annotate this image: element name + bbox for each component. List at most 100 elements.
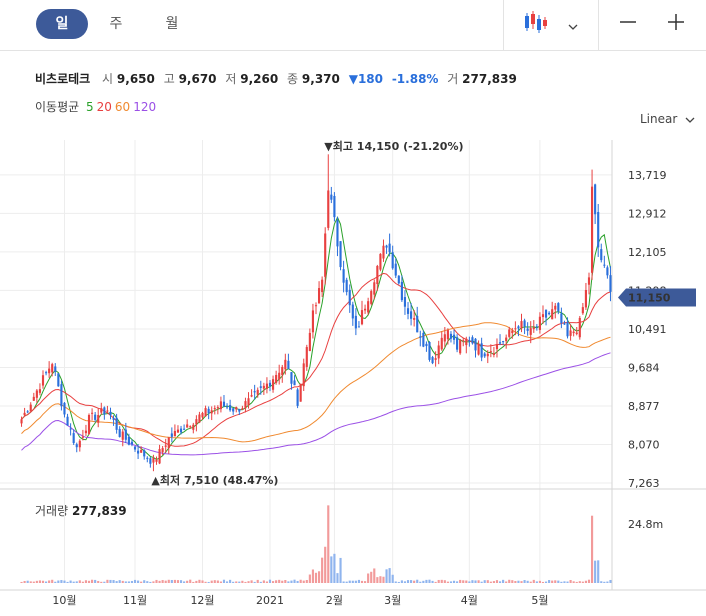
volume-bar <box>520 581 523 583</box>
candle-body <box>26 411 29 413</box>
volume-bar <box>498 581 502 583</box>
volume-bar <box>327 505 330 583</box>
candle-body <box>413 318 416 320</box>
candle-body <box>348 289 351 306</box>
volume-bar <box>477 580 480 583</box>
volume-bar <box>446 581 449 583</box>
candle-body <box>339 241 342 268</box>
volume-bar <box>94 579 97 583</box>
volume-bar <box>54 581 57 583</box>
y-tick-label: 8,070 <box>628 438 660 451</box>
volume-bar <box>376 577 379 583</box>
volume-bar <box>192 581 195 583</box>
candle-body <box>238 408 241 412</box>
volume-bar <box>465 580 468 583</box>
x-tick-label: 12월 <box>190 594 214 607</box>
candle-body <box>253 391 256 393</box>
volume-bar <box>241 580 244 583</box>
candle-body <box>121 431 124 440</box>
candle-body <box>324 233 327 277</box>
volume-bar <box>535 581 538 583</box>
volume-bar <box>410 580 413 583</box>
candle-body <box>410 311 413 319</box>
volume-bar <box>587 579 591 583</box>
volume-bar <box>508 579 511 583</box>
volume-bar <box>271 581 275 583</box>
candle-body <box>425 343 428 347</box>
volume-bar <box>489 581 492 583</box>
y-tick-label: 8,877 <box>628 400 660 413</box>
candle-body <box>569 330 572 336</box>
candle-body <box>385 245 388 248</box>
volume-bar <box>253 581 256 583</box>
candle-body <box>189 426 192 428</box>
volume-bar <box>425 579 428 583</box>
volume-bar <box>146 581 149 583</box>
candle-body <box>391 252 394 269</box>
candle-body <box>532 327 535 330</box>
volume-bar <box>308 574 311 583</box>
candle-body <box>419 336 422 338</box>
volume-bar <box>606 581 609 583</box>
volume-bar <box>370 571 373 583</box>
volume-bar <box>275 580 278 583</box>
volume-bar <box>317 571 321 583</box>
volume-bar <box>569 579 572 583</box>
volume-bar <box>440 579 443 583</box>
volume-bar <box>161 580 164 583</box>
candle-body <box>97 414 100 423</box>
volume-bar <box>364 581 367 583</box>
candle-body <box>422 332 425 347</box>
candle-body <box>198 414 201 423</box>
candle-body <box>446 330 449 340</box>
candle-body <box>449 333 453 339</box>
candle-body <box>477 344 480 355</box>
candle-body <box>109 411 112 416</box>
candle-body <box>84 430 88 434</box>
volume-bar <box>287 581 290 583</box>
current-price-label: 11,150 <box>628 291 671 304</box>
candle-body <box>474 338 477 351</box>
y-tick-label: 10,491 <box>628 323 667 336</box>
x-tick-label: 10월 <box>52 594 76 607</box>
candle-body <box>72 433 75 444</box>
volume-bar <box>434 581 437 583</box>
volume-bar <box>106 579 109 583</box>
candle-body <box>508 329 511 337</box>
volume-bar <box>281 580 284 583</box>
volume-bar <box>391 574 394 583</box>
candle-body <box>78 440 81 448</box>
candle-body <box>140 449 143 453</box>
candle-body <box>563 323 566 325</box>
volume-bar <box>170 579 173 583</box>
volume-bar <box>566 581 569 583</box>
candle-body <box>112 418 115 420</box>
volume-bar <box>468 581 471 583</box>
volume-bar <box>459 579 462 583</box>
y-tick-label: 13,719 <box>628 169 667 182</box>
candle-body <box>192 424 195 430</box>
candle-body <box>434 358 437 360</box>
y-tick-label: 7,263 <box>628 477 660 490</box>
volume-bar <box>351 580 354 583</box>
candle-body <box>311 310 315 333</box>
volume-bar <box>29 581 32 583</box>
volume-bar <box>103 581 106 583</box>
candle-body <box>20 419 23 424</box>
candle-body <box>529 328 532 335</box>
candle-body <box>572 331 575 334</box>
volume-bar <box>164 580 167 583</box>
candle-body <box>81 436 84 438</box>
candle-body <box>480 343 483 358</box>
price-chart[interactable]: 13,71912,91212,10511,29810,4919,6848,877… <box>0 0 706 616</box>
candle-body <box>486 353 489 357</box>
volume-bar <box>514 581 517 583</box>
volume-bar <box>244 581 247 583</box>
volume-bar <box>44 581 48 583</box>
volume-bar <box>133 579 137 583</box>
candle-body <box>38 389 42 393</box>
volume-bar <box>109 579 112 583</box>
candle-body <box>302 363 305 387</box>
candle-body <box>456 337 459 350</box>
candle-body <box>440 337 443 350</box>
